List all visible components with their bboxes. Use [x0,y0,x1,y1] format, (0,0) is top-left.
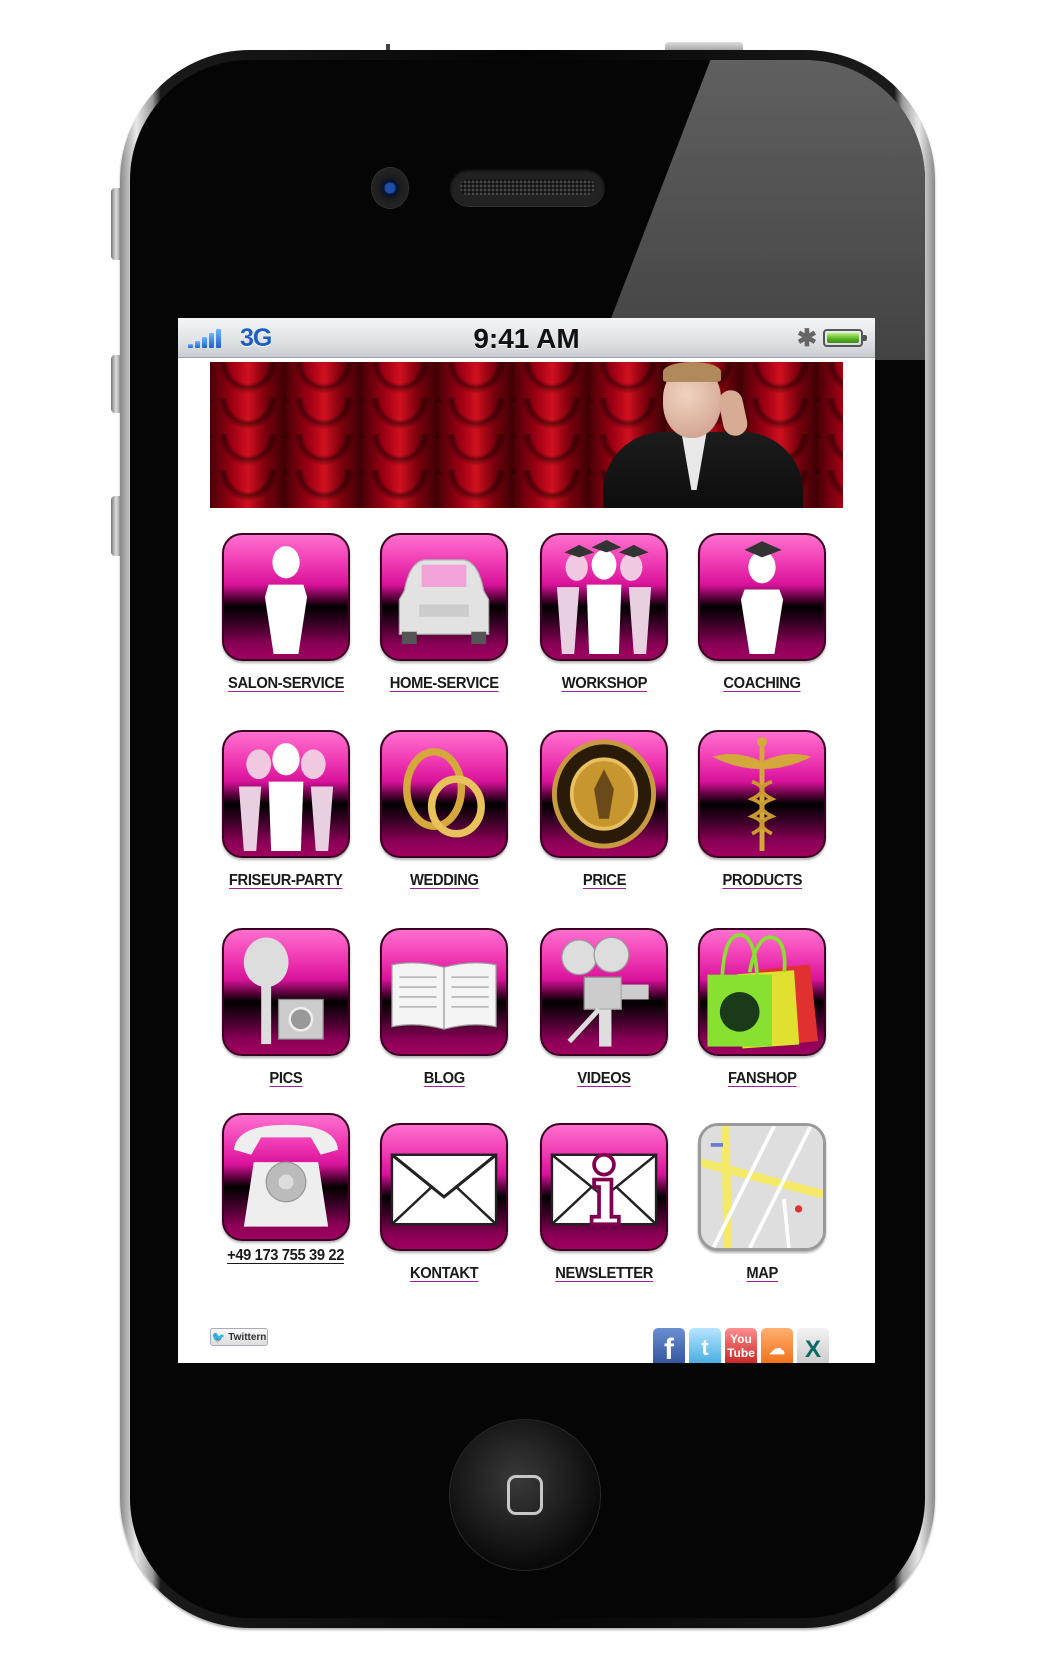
menu-tile-label[interactable]: HOME-SERVICE [389,675,498,693]
telephone-icon[interactable] [222,1113,350,1241]
youtube-icon[interactable]: You Tube [725,1328,757,1363]
menu-tile-label[interactable]: FRISEUR-PARTY [229,872,343,890]
screen-glare [595,60,925,360]
soundcloud-icon[interactable]: ☁ [761,1328,793,1363]
menu-tile-label[interactable]: NEWSLETTER [555,1265,653,1283]
menu-tile-label[interactable]: WORKSHOP [561,675,647,693]
group-icon[interactable] [222,730,350,858]
menu-tile-kontakt[interactable]: KONTAKT [365,1123,523,1283]
map-icon[interactable] [698,1123,826,1251]
graduates-group-icon[interactable] [540,533,668,661]
menu-tile-coaching[interactable]: COACHING [683,533,841,693]
menu-tile-label[interactable]: BLOG [423,1070,464,1088]
hairdresser-photo [603,362,803,508]
menu-tile-products[interactable]: PRODUCTS [683,730,841,890]
person-icon[interactable] [222,533,350,661]
home-square-icon [507,1475,543,1515]
menu-tile-home-service[interactable]: HOME-SERVICE [365,533,523,693]
facebook-icon[interactable]: f [653,1328,685,1363]
home-button[interactable] [450,1420,600,1570]
menu-tile-pics[interactable]: PICS [207,928,365,1088]
envelope-icon[interactable] [380,1123,508,1251]
menu-tile-label[interactable]: COACHING [723,675,801,693]
graduate-person-icon[interactable] [698,533,826,661]
earpiece-speaker [450,168,605,206]
menu-tile-newsletter[interactable]: NEWSLETTER [525,1123,683,1283]
menu-tile-workshop[interactable]: WORKSHOP [525,533,683,693]
front-camera-icon [372,168,408,208]
caduceus-icon[interactable] [698,730,826,858]
camera-icon[interactable] [222,928,350,1056]
gold-coin-icon[interactable] [540,730,668,858]
menu-tile-label[interactable]: FANSHOP [728,1070,797,1088]
tweet-button-label: Twittern [228,1331,267,1343]
xing-icon[interactable]: X [797,1328,829,1363]
menu-tile-49-173-755-39-22[interactable]: +49 173 755 39 22 [207,1113,365,1265]
menu-tile-blog[interactable]: BLOG [365,928,523,1088]
menu-tile-label[interactable]: +49 173 755 39 22 [228,1247,345,1265]
menu-tile-label[interactable]: MAP [746,1265,778,1283]
clock: 9:41 AM [473,323,580,354]
tweet-button[interactable]: 🐦 Twittern [210,1328,268,1346]
status-bar: 3G 9:41 AM ✱ [178,318,875,358]
menu-tile-wedding[interactable]: WEDDING [365,730,523,890]
menu-tile-friseur-party[interactable]: FRISEUR-PARTY [207,730,365,890]
twitter-bird-icon: 🐦 [211,1331,226,1344]
battery-icon [823,329,867,347]
shopping-bags-icon[interactable] [698,928,826,1056]
menu-tile-label[interactable]: WEDDING [410,872,479,890]
menu-tile-salon-service[interactable]: SALON-SERVICE [207,533,365,693]
menu-tile-videos[interactable]: VIDEOS [525,928,683,1088]
menu-tile-label[interactable]: PRODUCTS [722,872,802,890]
twitter-icon[interactable]: t [689,1328,721,1363]
wedding-rings-icon[interactable] [380,730,508,858]
menu-tile-fanshop[interactable]: FANSHOP [683,928,841,1088]
menu-tile-label[interactable]: SALON-SERVICE [228,675,344,693]
menu-tile-label[interactable]: PRICE [582,872,626,890]
menu-tile-label[interactable]: KONTAKT [410,1265,479,1283]
header-banner [210,362,843,508]
menu-tile-label[interactable]: PICS [270,1070,303,1088]
open-book-icon[interactable] [380,928,508,1056]
bluetooth-icon: ✱ [796,325,817,352]
menu-tile-label[interactable]: VIDEOS [577,1070,631,1088]
newsletter-info-icon[interactable] [540,1123,668,1251]
menu-tile-map[interactable]: MAP [683,1123,841,1283]
menu-tile-price[interactable]: PRICE [525,730,683,890]
film-camera-icon[interactable] [540,928,668,1056]
car-icon[interactable] [380,533,508,661]
phone-screen: 3G 9:41 AM ✱ SALON-SERVICE HOME-SERVICE WO… [178,318,875,1363]
social-links: f t You Tube ☁ X [653,1328,829,1363]
